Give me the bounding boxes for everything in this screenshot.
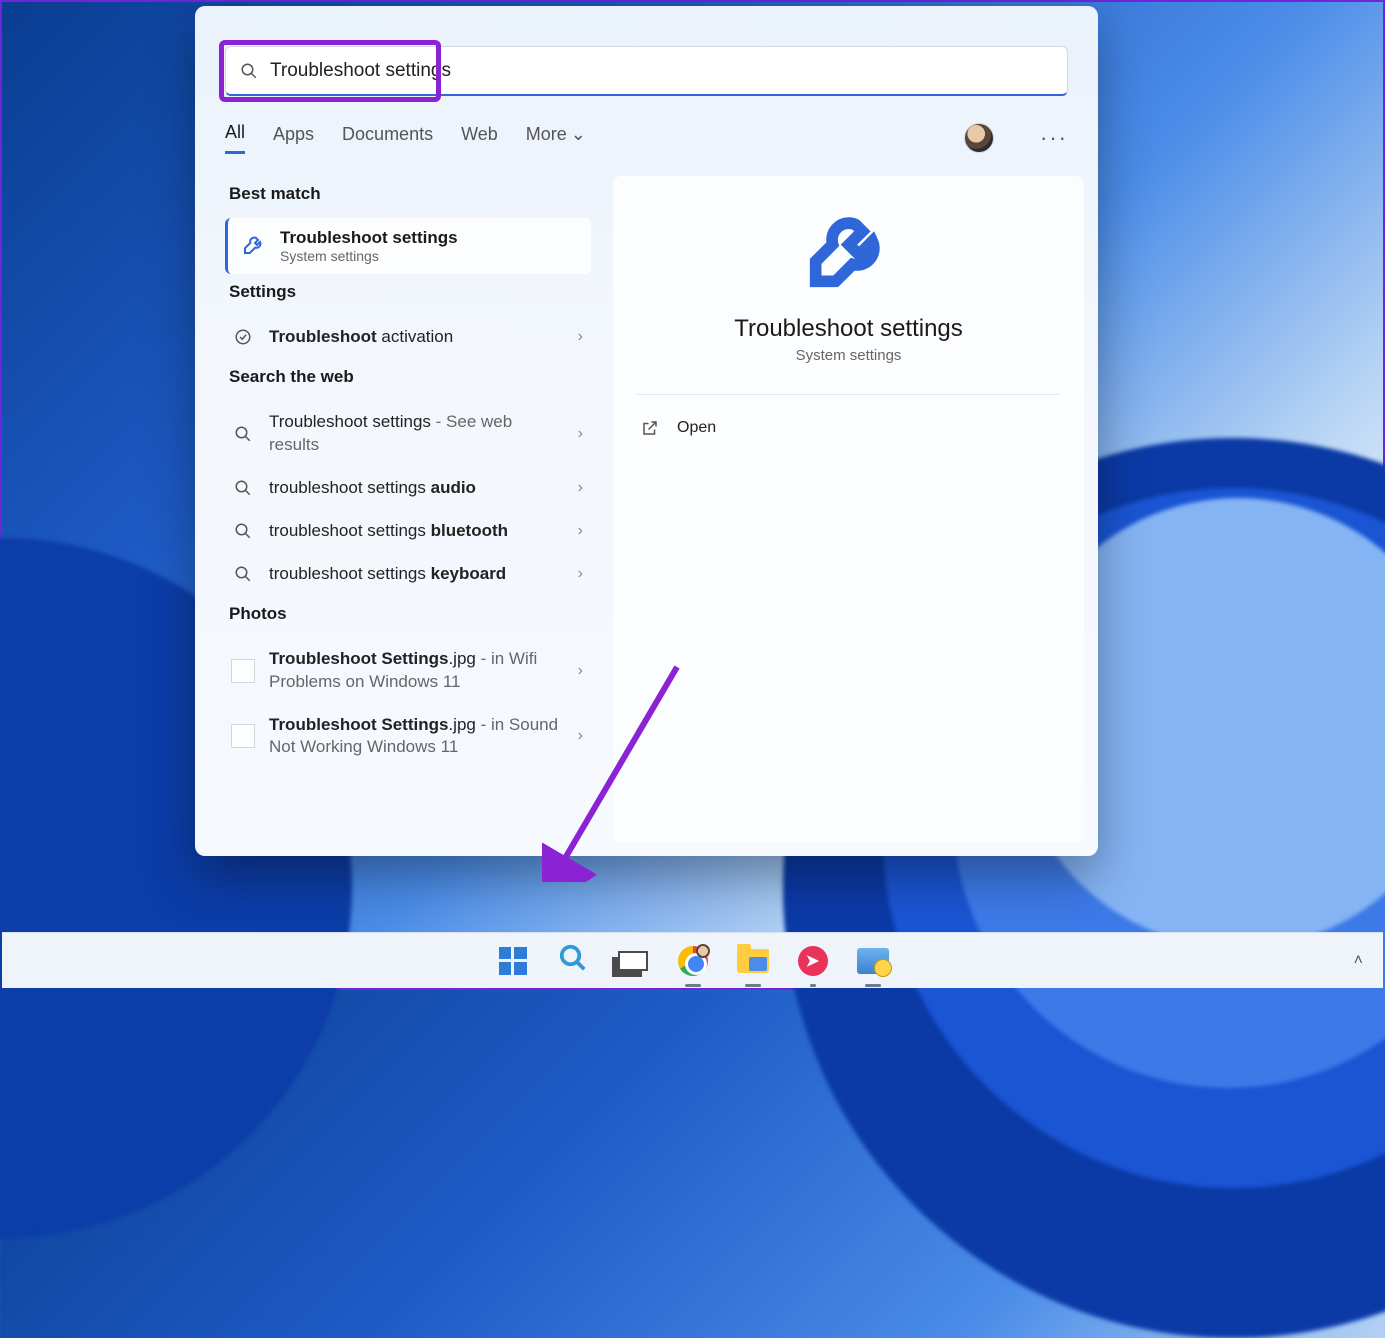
search-icon [240, 62, 258, 80]
control-panel-icon [857, 948, 889, 974]
result-text: troubleshoot settings keyboard [269, 563, 564, 586]
tab-apps[interactable]: Apps [273, 124, 314, 153]
best-match-subtitle: System settings [280, 248, 458, 264]
chevron-right-icon: › [578, 479, 583, 497]
open-label: Open [677, 419, 716, 437]
chrome-icon [678, 946, 708, 976]
best-match-title: Troubleshoot settings [280, 228, 458, 248]
open-button[interactable]: Open [637, 413, 720, 443]
open-external-icon [641, 419, 659, 437]
search-box[interactable] [225, 46, 1068, 96]
divider [637, 394, 1060, 395]
search-taskbar-button[interactable] [552, 940, 594, 982]
tab-more[interactable]: More ⌄ [526, 124, 586, 153]
taskbar: ➤ [2, 932, 1383, 988]
image-thumbnail [231, 659, 255, 683]
more-options-button[interactable]: ··· [1040, 125, 1068, 151]
search-icon [231, 522, 255, 540]
preview-title: Troubleshoot settings [734, 315, 963, 343]
result-text: Troubleshoot Settings.jpg - in Sound Not… [269, 714, 564, 760]
result-text: Troubleshoot activation [269, 326, 564, 349]
wrench-icon [809, 208, 889, 293]
web-result[interactable]: troubleshoot settings audio › [225, 467, 591, 510]
tab-documents[interactable]: Documents [342, 124, 433, 153]
show-hidden-icons-button[interactable]: ˄ [1354, 952, 1363, 970]
result-text: Troubleshoot settings - See web results [269, 411, 564, 457]
best-match-result[interactable]: Troubleshoot settings System settings [225, 218, 591, 274]
search-box-wrapper [225, 46, 1068, 96]
chrome-taskbar-button[interactable] [672, 940, 714, 982]
section-search-web: Search the web [229, 367, 591, 387]
start-search-panel: All Apps Documents Web More ⌄ ··· Best m… [195, 6, 1098, 856]
web-result[interactable]: troubleshoot settings keyboard › [225, 553, 591, 596]
start-button[interactable] [492, 940, 534, 982]
section-photos: Photos [229, 604, 591, 624]
section-best-match: Best match [229, 184, 591, 204]
photo-result[interactable]: Troubleshoot Settings.jpg - in Wifi Prob… [225, 638, 591, 704]
chevron-right-icon: › [578, 662, 583, 680]
check-circle-icon [231, 328, 255, 346]
result-text: troubleshoot settings audio [269, 477, 564, 500]
image-thumbnail [231, 724, 255, 748]
photo-result[interactable]: Troubleshoot Settings.jpg - in Sound Not… [225, 704, 591, 770]
section-settings: Settings [229, 282, 591, 302]
wrench-icon [242, 232, 266, 261]
chevron-right-icon: › [578, 328, 583, 346]
tab-all[interactable]: All [225, 122, 245, 154]
task-view-button[interactable] [612, 940, 654, 982]
web-result[interactable]: Troubleshoot settings - See web results … [225, 401, 591, 467]
search-tabs: All Apps Documents Web More ⌄ ··· [225, 122, 1068, 154]
search-icon [231, 425, 255, 443]
preview-subtitle: System settings [796, 347, 902, 364]
chevron-right-icon: › [578, 565, 583, 583]
app-taskbar-button[interactable]: ➤ [792, 940, 834, 982]
search-icon [558, 943, 588, 978]
folder-icon [737, 949, 769, 973]
user-avatar[interactable] [964, 123, 994, 153]
chevron-right-icon: › [578, 522, 583, 540]
file-explorer-taskbar-button[interactable] [732, 940, 774, 982]
app-icon: ➤ [798, 946, 828, 976]
search-input[interactable] [270, 60, 1053, 82]
tab-more-label: More [526, 124, 567, 145]
settings-result[interactable]: Troubleshoot activation › [225, 316, 591, 359]
control-panel-taskbar-button[interactable] [852, 940, 894, 982]
results-column: Best match Troubleshoot settings System … [209, 176, 599, 842]
web-result[interactable]: troubleshoot settings bluetooth › [225, 510, 591, 553]
tab-web[interactable]: Web [461, 124, 498, 153]
preview-pane: Troubleshoot settings System settings Op… [613, 176, 1084, 842]
result-text: Troubleshoot Settings.jpg - in Wifi Prob… [269, 648, 564, 694]
windows-logo-icon [499, 947, 527, 975]
search-icon [231, 565, 255, 583]
chevron-down-icon: ⌄ [571, 124, 586, 145]
chevron-right-icon: › [578, 425, 583, 443]
result-text: troubleshoot settings bluetooth [269, 520, 564, 543]
chevron-right-icon: › [578, 727, 583, 745]
task-view-icon [618, 951, 648, 971]
search-icon [231, 479, 255, 497]
